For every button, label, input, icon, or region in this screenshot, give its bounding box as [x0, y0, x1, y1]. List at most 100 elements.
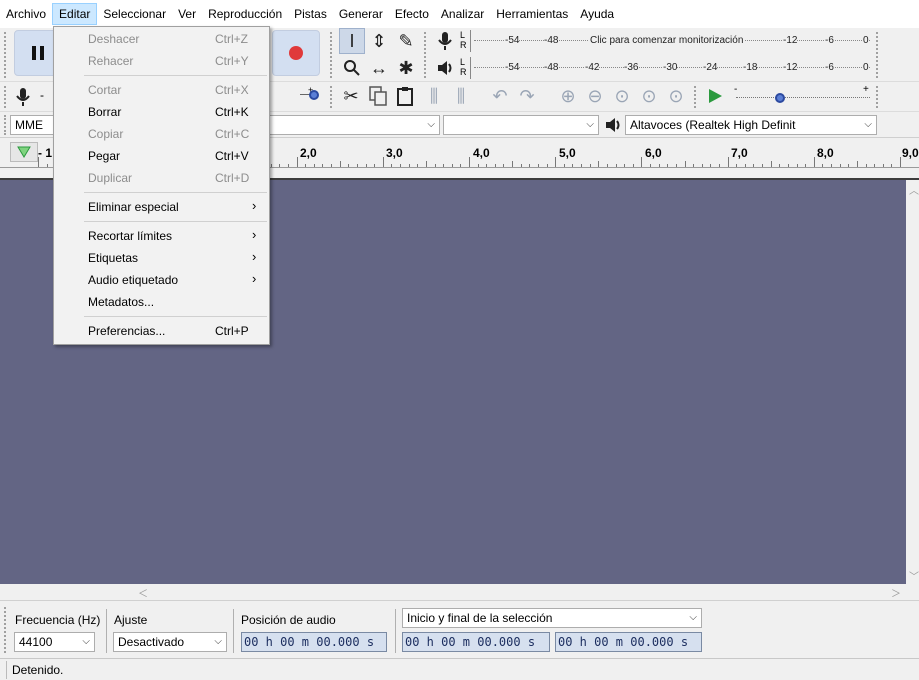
toolbar-grip[interactable]	[330, 86, 336, 108]
record-meter[interactable]: LR -54 -48 Clic para comenzar monitoriza…	[460, 30, 870, 52]
envelope-tool-button[interactable]: ⇕	[366, 28, 392, 54]
trim-audio-button[interactable]: ⫼	[421, 83, 447, 109]
fit-selection-button[interactable]: ⊙	[609, 83, 635, 109]
scroll-up-icon[interactable]: ︿	[909, 182, 919, 197]
zoom-in-button[interactable]: ⊕	[555, 83, 581, 109]
zoom-out-button[interactable]: ⊖	[582, 83, 608, 109]
toolbar-grip[interactable]	[876, 32, 882, 78]
record-button[interactable]	[272, 30, 320, 76]
ruler-tick	[452, 164, 453, 167]
ruler-label: 3,0	[386, 146, 403, 160]
ruler-tick	[443, 164, 444, 167]
status-bar: Detenido.	[0, 658, 919, 680]
meter-channel-labels: LR	[460, 30, 467, 50]
menu-item-metadatos[interactable]: Metadatos...	[54, 291, 269, 313]
menu-pistas[interactable]: Pistas	[288, 3, 333, 25]
scroll-down-icon[interactable]: ﹀	[909, 568, 919, 583]
selection-tool-button[interactable]: I	[339, 28, 365, 54]
menu-archivo[interactable]: Archivo	[0, 3, 52, 25]
ruler-tick	[728, 157, 729, 167]
menu-item-audio-etiquetado[interactable]: Audio etiquetado ›	[54, 269, 269, 291]
redo-button[interactable]: ↷	[514, 83, 540, 109]
paste-button[interactable]	[392, 83, 418, 109]
ruler-label: 6,0	[645, 146, 662, 160]
ruler-label: 8,0	[817, 146, 834, 160]
scroll-left-icon[interactable]: ＜	[138, 585, 148, 600]
fit-project-button[interactable]: ⊙	[636, 83, 662, 109]
toolbar-grip[interactable]	[424, 32, 430, 78]
fit-selection-icon: ⊙	[614, 85, 630, 106]
ruler-tick	[521, 164, 522, 167]
menu-item-eliminar-especial[interactable]: Eliminar especial ›	[54, 196, 269, 218]
menu-item-cortar[interactable]: Cortar Ctrl+X	[54, 79, 269, 101]
selection-start-time[interactable]: 00 h 00 m 00.000 s	[402, 632, 550, 652]
menu-item-preferencias[interactable]: Preferencias... Ctrl+P	[54, 320, 269, 342]
zoom-tool-button[interactable]	[339, 55, 365, 81]
menu-ver[interactable]: Ver	[172, 3, 202, 25]
toolbar-grip[interactable]	[4, 32, 10, 78]
menu-generar[interactable]: Generar	[333, 3, 389, 25]
play-meter-button[interactable]	[432, 55, 458, 81]
ruler-tick	[322, 164, 323, 167]
ruler-tick	[883, 164, 884, 167]
ruler-label: 7,0	[731, 146, 748, 160]
ruler-tick	[633, 164, 634, 167]
ruler-tick	[788, 164, 789, 167]
cut-button[interactable]: ✂	[338, 83, 364, 109]
ruler-tick	[495, 164, 496, 167]
menu-item-deshacer[interactable]: Deshacer Ctrl+Z	[54, 28, 269, 50]
menu-item-duplicar[interactable]: Duplicar Ctrl+D	[54, 167, 269, 189]
menu-item-copiar[interactable]: Copiar Ctrl+C	[54, 123, 269, 145]
toolbar-grip[interactable]	[4, 607, 10, 653]
toolbar-grip[interactable]	[694, 86, 700, 108]
ruler-label: 2,0	[300, 146, 317, 160]
project-rate-select[interactable]: 44100 ⌵	[14, 632, 95, 652]
toolbar-grip[interactable]	[330, 32, 336, 78]
menu-item-rehacer[interactable]: Rehacer Ctrl+Y	[54, 50, 269, 72]
horizontal-scrollbar[interactable]: ＜ ＞	[0, 584, 919, 600]
timeshift-tool-button[interactable]: ↔	[366, 55, 392, 81]
draw-tool-button[interactable]: ✎	[393, 28, 419, 54]
menu-item-borrar[interactable]: Borrar Ctrl+K	[54, 101, 269, 123]
scroll-right-icon[interactable]: ＞	[891, 585, 901, 600]
meter-monitor-prompt[interactable]: Clic para comenzar monitorización	[588, 35, 746, 46]
silence-audio-button[interactable]: ⫼	[448, 83, 474, 109]
microphone-icon	[438, 32, 452, 50]
zoom-in-icon: ⊕	[560, 85, 576, 106]
play-speed-slider-thumb[interactable]	[775, 93, 785, 103]
undo-button[interactable]: ↶	[487, 83, 513, 109]
recording-device-select[interactable]: ⌵	[443, 115, 599, 135]
ruler-tick	[719, 164, 720, 167]
playback-device-select[interactable]: Altavoces (Realtek High Definit ⌵	[625, 115, 877, 135]
menu-item-recortar-limites[interactable]: Recortar límites ›	[54, 225, 269, 247]
play-at-speed-button[interactable]	[702, 83, 728, 109]
play-meter[interactable]: LR -54 -48 -42 -36 -30 -24 -18 -12 -6 0	[460, 57, 870, 79]
copy-button[interactable]	[365, 83, 391, 109]
multi-tool-button[interactable]: ✱	[393, 55, 419, 81]
snap-select[interactable]: Desactivado ⌵	[113, 632, 227, 652]
zoom-toggle-button[interactable]: ⊙	[663, 83, 689, 109]
record-icon	[289, 46, 303, 60]
menu-analizar[interactable]: Analizar	[435, 3, 490, 25]
menu-reproduccion[interactable]: Reproducción	[202, 3, 288, 25]
menu-ayuda[interactable]: Ayuda	[574, 3, 620, 25]
ruler-tick	[564, 164, 565, 167]
menu-item-pegar[interactable]: Pegar Ctrl+V	[54, 145, 269, 167]
menu-herramientas[interactable]: Herramientas	[490, 3, 574, 25]
ruler-tick	[607, 164, 608, 167]
selection-mode-select[interactable]: Inicio y final de la selección ⌵	[402, 608, 702, 628]
vertical-scrollbar[interactable]: ︿ ﹀	[906, 180, 919, 584]
asterisk-icon: ✱	[398, 57, 414, 78]
selection-end-time[interactable]: 00 h 00 m 00.000 s	[555, 632, 702, 652]
menu-item-etiquetas[interactable]: Etiquetas ›	[54, 247, 269, 269]
play-head-button[interactable]	[10, 142, 38, 162]
menu-seleccionar[interactable]: Seleccionar	[97, 3, 172, 25]
menu-efecto[interactable]: Efecto	[389, 3, 435, 25]
toolbar-grip[interactable]	[876, 86, 882, 108]
audio-position-time[interactable]: 00 h 00 m 00.000 s	[241, 632, 387, 652]
record-volume-slider-thumb[interactable]	[309, 90, 319, 100]
chevron-down-icon: ⌵	[864, 119, 872, 130]
record-meter-button[interactable]	[432, 28, 458, 54]
menu-editar[interactable]: Editar	[52, 3, 98, 25]
ruler-tick	[590, 164, 591, 167]
